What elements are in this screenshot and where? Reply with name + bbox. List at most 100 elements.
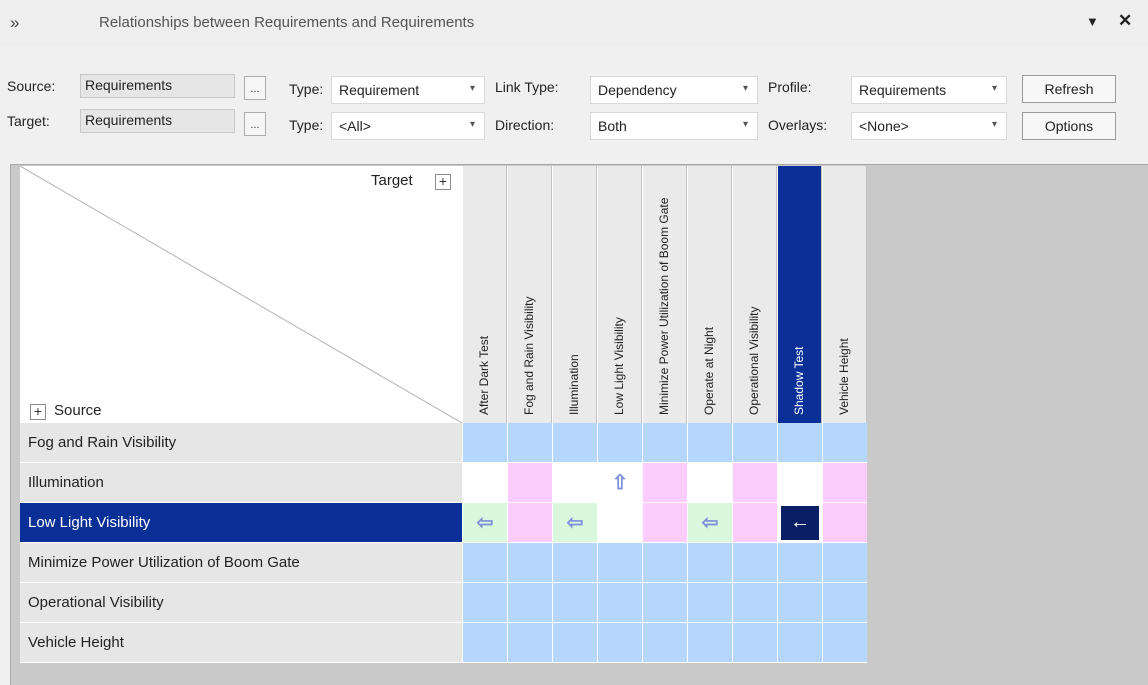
close-icon[interactable]: ✕ <box>1118 11 1132 31</box>
matrix-cell[interactable] <box>777 543 822 583</box>
matrix-cell[interactable] <box>507 463 552 503</box>
matrix-cell[interactable] <box>597 423 642 463</box>
matrix-cell[interactable] <box>507 503 552 543</box>
matrix-cell[interactable] <box>642 463 687 503</box>
matrix-cell[interactable] <box>597 503 642 543</box>
matrix-cell[interactable] <box>507 543 552 583</box>
matrix-cell[interactable] <box>687 463 732 503</box>
options-button[interactable]: Options <box>1022 112 1116 140</box>
refresh-button[interactable]: Refresh <box>1022 75 1116 103</box>
matrix-cell[interactable]: ⇦ <box>462 503 507 543</box>
matrix-cell[interactable] <box>822 623 867 663</box>
matrix-cell[interactable] <box>597 543 642 583</box>
matrix-cell[interactable] <box>462 463 507 503</box>
link-type-value: Dependency <box>598 82 677 98</box>
matrix-cell[interactable] <box>687 543 732 583</box>
matrix-cell[interactable] <box>507 423 552 463</box>
matrix-cell[interactable] <box>822 463 867 503</box>
link-type-label: Link Type: <box>495 79 559 95</box>
row-header[interactable]: Fog and Rain Visibility <box>20 423 462 463</box>
matrix-cell[interactable] <box>507 583 552 623</box>
matrix-cell[interactable] <box>777 463 822 503</box>
matrix-cell[interactable] <box>552 463 597 503</box>
column-header[interactable]: Vehicle Height <box>822 166 867 423</box>
corner-diagonal <box>20 166 462 423</box>
source-browse-button[interactable]: ... <box>244 76 266 100</box>
matrix-cell[interactable]: ⇦ <box>552 503 597 543</box>
matrix-cell[interactable] <box>552 583 597 623</box>
title-bar: » Relationships between Requirements and… <box>0 0 1148 46</box>
matrix-cell[interactable] <box>732 583 777 623</box>
column-header[interactable]: Operate at Night <box>687 166 732 423</box>
window-menu-icon[interactable]: ▼ <box>1086 14 1099 29</box>
expand-chevron-icon[interactable]: » <box>10 13 19 33</box>
matrix-corner-header <box>20 166 462 423</box>
arrow-left-icon: ⇦ <box>476 512 494 534</box>
matrix-cell[interactable] <box>732 463 777 503</box>
matrix-cell[interactable]: ⇧ <box>597 463 642 503</box>
matrix-cell[interactable] <box>822 503 867 543</box>
matrix-cell[interactable] <box>597 583 642 623</box>
matrix-cell[interactable] <box>642 543 687 583</box>
matrix-cell[interactable] <box>597 623 642 663</box>
matrix-cell[interactable] <box>732 503 777 543</box>
chevron-down-icon: ▾ <box>991 119 997 130</box>
chevron-down-icon: ▾ <box>742 83 748 94</box>
target-field[interactable]: Requirements <box>80 109 235 133</box>
profile-select[interactable]: Requirements ▾ <box>851 76 1007 104</box>
matrix-cell[interactable] <box>642 583 687 623</box>
matrix-cell[interactable]: ← <box>777 503 822 543</box>
column-header[interactable]: Fog and Rain Visibility <box>507 166 552 423</box>
target-browse-button[interactable]: ... <box>244 112 266 136</box>
matrix-cell[interactable] <box>732 623 777 663</box>
matrix-cell[interactable] <box>822 543 867 583</box>
column-header-label: Low Light Visibility <box>611 317 626 415</box>
matrix-cell[interactable] <box>777 423 822 463</box>
row-header[interactable]: Operational Visibility <box>20 583 462 623</box>
matrix-cell[interactable] <box>687 623 732 663</box>
matrix-cell[interactable] <box>552 543 597 583</box>
link-type-select[interactable]: Dependency ▾ <box>590 76 758 104</box>
type-select-1[interactable]: Requirement ▾ <box>331 76 485 104</box>
matrix-cell[interactable] <box>642 503 687 543</box>
chevron-down-icon: ▾ <box>742 119 748 130</box>
row-header[interactable]: Low Light Visibility <box>20 503 462 543</box>
matrix-cell[interactable] <box>777 583 822 623</box>
chevron-down-icon: ▾ <box>469 119 475 130</box>
row-header[interactable]: Minimize Power Utilization of Boom Gate <box>20 543 462 583</box>
type-select-2[interactable]: <All> ▾ <box>331 112 485 140</box>
column-header[interactable]: Operational Visibility <box>732 166 777 423</box>
arrow-up-icon: ⇧ <box>611 472 629 494</box>
source-expand-plus-icon[interactable]: + <box>30 404 46 420</box>
column-header[interactable]: Minimize Power Utilization of Boom Gate <box>642 166 687 423</box>
matrix-cell[interactable] <box>642 423 687 463</box>
column-header[interactable]: Low Light Visibility <box>597 166 642 423</box>
column-header[interactable]: After Dark Test <box>462 166 507 423</box>
matrix-cell[interactable] <box>687 423 732 463</box>
matrix-cell[interactable] <box>552 423 597 463</box>
row-header[interactable]: Vehicle Height <box>20 623 462 663</box>
overlays-select[interactable]: <None> ▾ <box>851 112 1007 140</box>
column-header[interactable]: Shadow Test <box>777 166 822 423</box>
matrix-cell[interactable] <box>462 583 507 623</box>
column-header[interactable]: Illumination <box>552 166 597 423</box>
matrix-cell[interactable] <box>732 543 777 583</box>
row-header[interactable]: Illumination <box>20 463 462 503</box>
matrix-cell[interactable] <box>822 583 867 623</box>
column-header-label: Operate at Night <box>701 326 716 415</box>
matrix-cell[interactable] <box>642 623 687 663</box>
direction-select[interactable]: Both ▾ <box>590 112 758 140</box>
matrix-cell[interactable] <box>507 623 552 663</box>
matrix-cell[interactable] <box>732 423 777 463</box>
matrix-cell[interactable] <box>777 623 822 663</box>
matrix-cell[interactable]: ⇦ <box>687 503 732 543</box>
matrix-cell[interactable] <box>822 423 867 463</box>
source-field[interactable]: Requirements <box>80 74 235 98</box>
target-expand-plus-icon[interactable]: + <box>435 174 451 190</box>
matrix-cell[interactable] <box>552 623 597 663</box>
matrix-cell[interactable] <box>462 623 507 663</box>
matrix-cell[interactable] <box>687 583 732 623</box>
matrix-cell[interactable] <box>462 543 507 583</box>
profile-label: Profile: <box>768 79 812 95</box>
matrix-cell[interactable] <box>462 423 507 463</box>
